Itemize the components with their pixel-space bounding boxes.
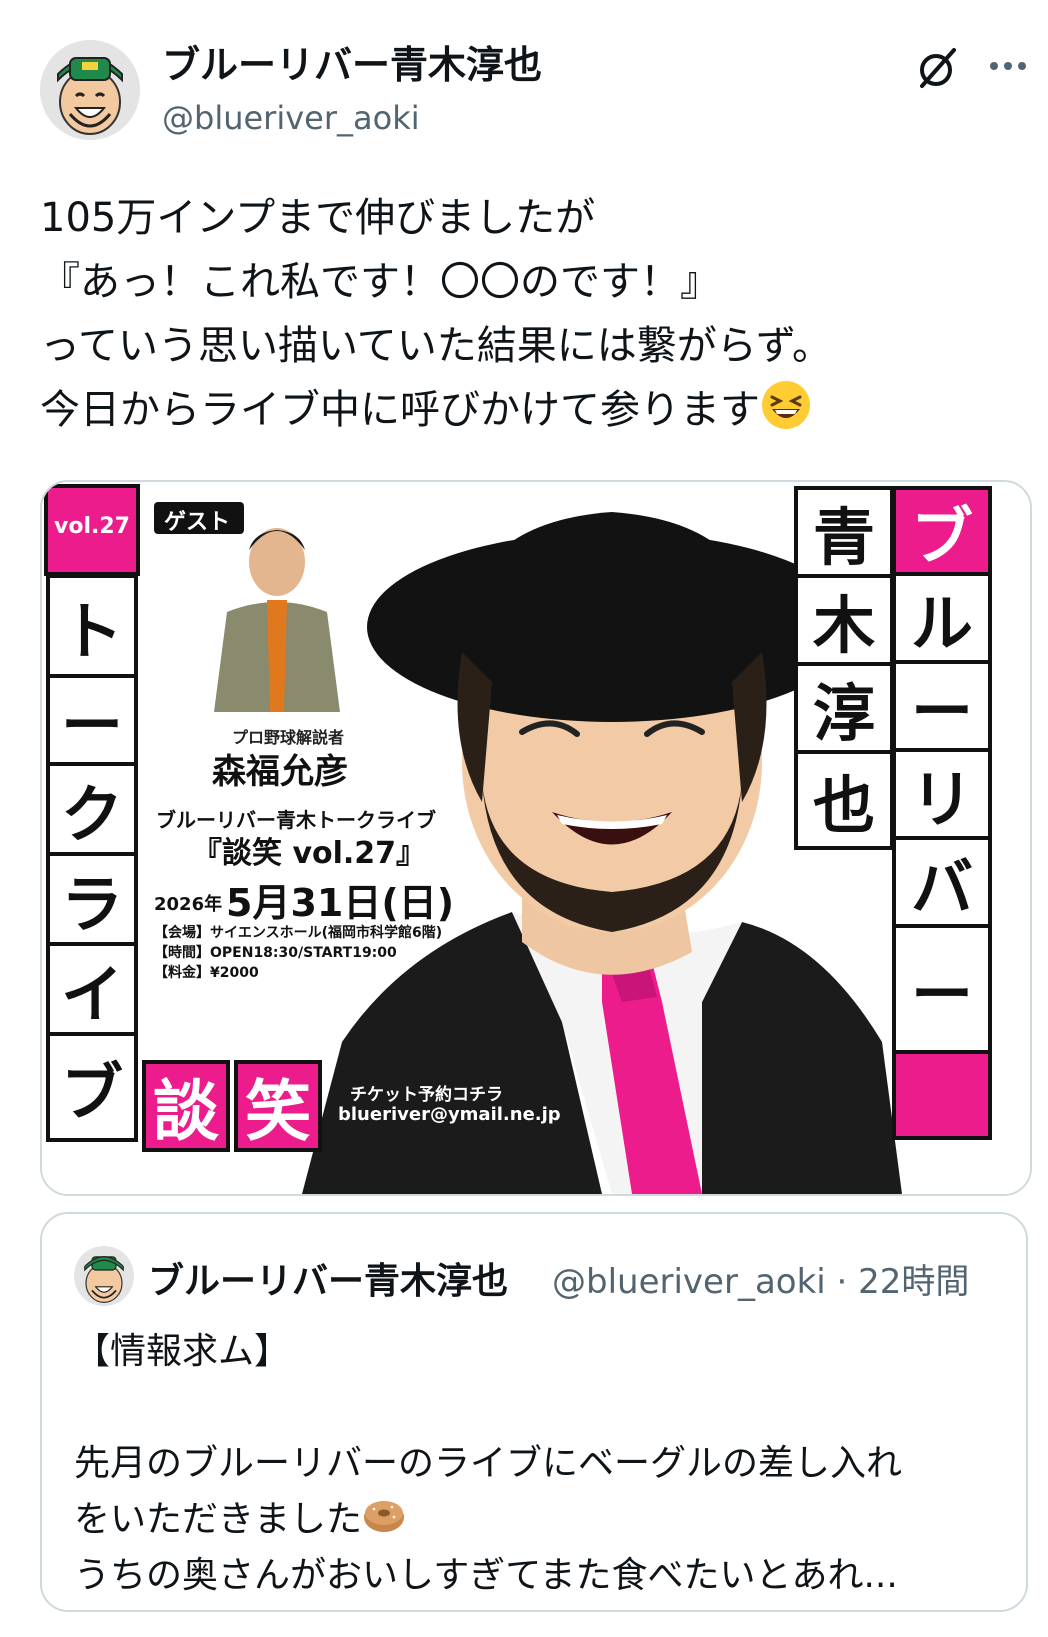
poster-fee: 【料金】¥2000: [154, 965, 259, 981]
tweet-line: 今日からライブ中に呼びかけて参ります: [40, 387, 760, 433]
quoted-line: 先月のブルーリバーのライブにベーグルの差し入れ: [74, 1443, 903, 1484]
poster-right-char: ー: [892, 660, 992, 752]
grok-icon[interactable]: [914, 44, 962, 92]
bagel-icon: [364, 1501, 405, 1532]
poster-right-char: ブ: [892, 486, 992, 576]
quoted-tweet[interactable]: ブルーリバー青木淳也 @blueriver_aoki · 22時間 【情報求ム】…: [40, 1212, 1028, 1612]
grinning-squinting-face-icon: [762, 381, 810, 429]
poster-ticket-label: チケット予約コチラ: [350, 1085, 503, 1105]
poster-right-char: バ: [892, 836, 992, 928]
quoted-line: をいただきました: [74, 1499, 363, 1540]
quoted-author-name[interactable]: ブルーリバー青木淳也: [148, 1252, 508, 1304]
poster-left-char: ト: [46, 574, 138, 678]
more-icon[interactable]: [984, 44, 1032, 92]
quoted-line: 【情報求ム】: [74, 1331, 291, 1372]
poster-name-char: 木: [794, 574, 894, 666]
author-handle[interactable]: @blueriver_aoki: [162, 98, 420, 138]
quoted-text: 【情報求ム】 先月のブルーリバーのライブにベーグルの差し入れ をいただきました …: [74, 1324, 1004, 1604]
poster-name-char: 青: [794, 486, 894, 578]
poster-left-char: ー: [46, 674, 138, 766]
poster-ticket-email: blueriver@ymail.ne.jp: [338, 1104, 561, 1125]
poster-date-year: 2026年: [154, 894, 223, 915]
poster-date: 5月31日(日): [226, 881, 455, 925]
poster-right-char: ル: [892, 572, 992, 664]
poster-venue: 【会場】サイエンスホール(福岡市科学館6階): [154, 925, 443, 941]
poster-guest-name: 森福允彦: [212, 752, 348, 792]
poster-left-char: ブ: [46, 1032, 138, 1142]
tweet-line: っていう思い描いていた結果には繋がらず。: [40, 323, 832, 369]
poster-guest-label: ゲスト: [164, 510, 231, 535]
poster-right-char: ー: [892, 924, 992, 1054]
quoted-line: うちの奥さんがおいしすぎてまた食べたいとあれ...: [74, 1555, 898, 1596]
poster-left-char: イ: [46, 942, 138, 1036]
quoted-author-avatar[interactable]: [74, 1246, 134, 1306]
poster-right-char: リ: [892, 748, 992, 840]
poster-right-pink-block: [892, 1050, 992, 1140]
tweet-line: 105万インプまで伸びましたが: [40, 195, 596, 241]
tweet-line: 『あっ！これ私です！〇〇のです！』: [40, 259, 720, 305]
poster-time: 【時間】OPEN18:30/START19:00: [154, 945, 397, 961]
author-avatar[interactable]: [40, 40, 140, 140]
poster-name-char: 淳: [794, 662, 894, 754]
poster-left-char: ラ: [46, 852, 138, 946]
poster-logo-char: 笑: [234, 1060, 322, 1152]
author-display-name[interactable]: ブルーリバー青木淳也: [162, 42, 542, 88]
poster-left-char: ク: [46, 762, 138, 856]
poster-vol-badge: vol.27: [54, 514, 130, 539]
poster-event-name: 『談笑 vol.27』: [192, 836, 427, 871]
attached-image[interactable]: vol.27 ゲスト ト ー ク ラ イ ブ ブ ル ー リ バ ー 青 木 淳…: [40, 480, 1032, 1196]
poster-logo-char: 談: [142, 1060, 230, 1152]
poster-name-char: 也: [794, 750, 894, 850]
tweet-text: 105万インプまで伸びましたが 『あっ！これ私です！〇〇のです！』 っていう思い…: [40, 186, 1020, 442]
quoted-handle-time[interactable]: @blueriver_aoki · 22時間: [552, 1254, 969, 1303]
